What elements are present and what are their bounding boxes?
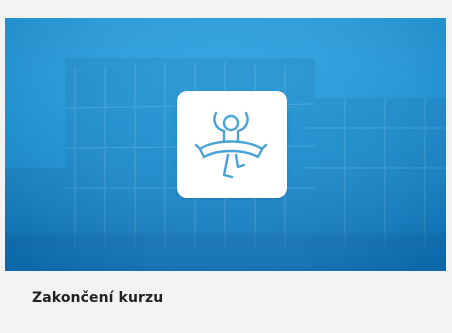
card-title[interactable]: Zakončení kurzu [32,290,163,306]
course-completion-card[interactable]: Zakončení kurzu [5,18,446,328]
card-banner-image [5,18,446,271]
icon-tile [177,91,287,198]
finish-line-runner-icon [194,111,268,178]
